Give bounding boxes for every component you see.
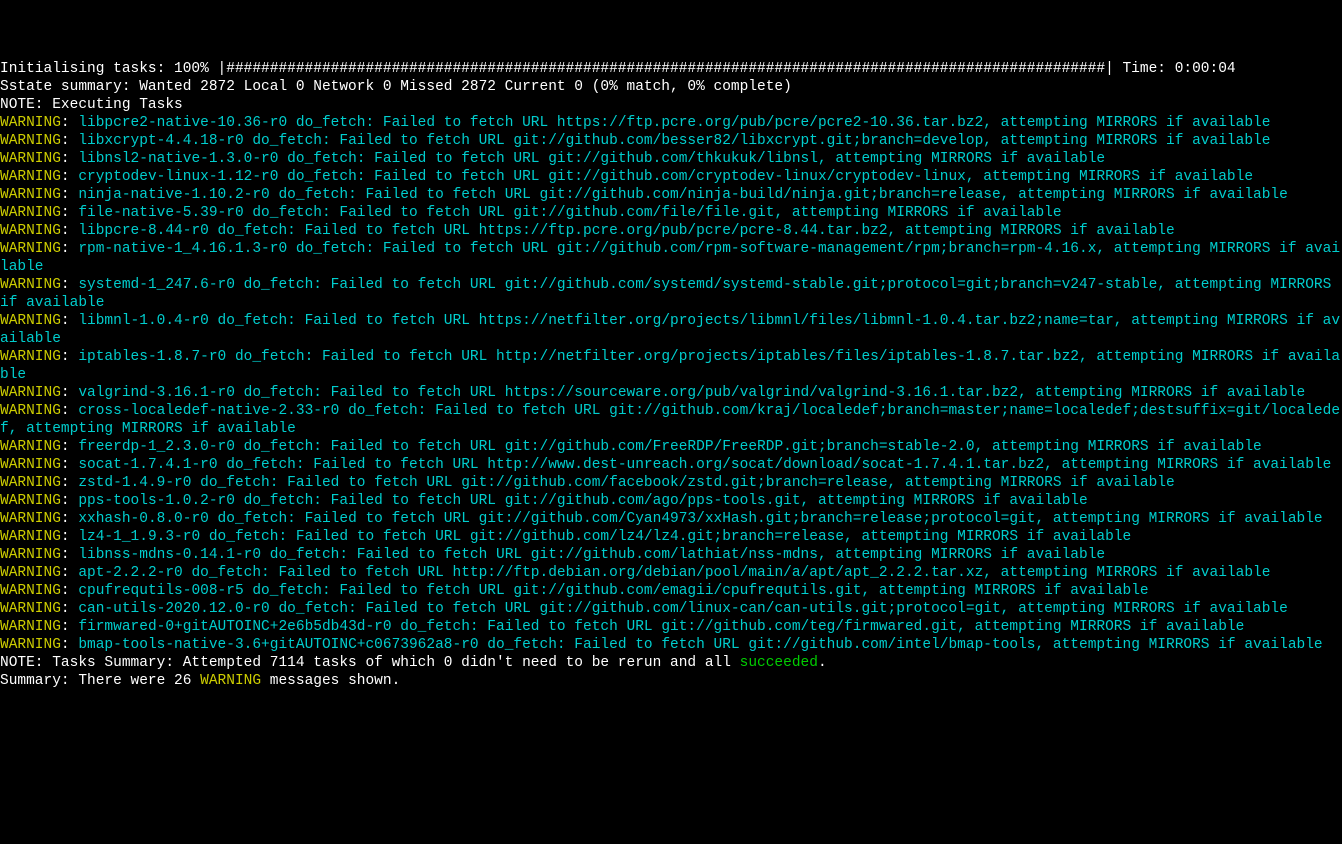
warning-label: WARNING [0, 565, 61, 581]
warning-label: WARNING [0, 349, 61, 365]
warning-label: WARNING [0, 187, 61, 203]
terminal-line: NOTE: Executing Tasks [0, 96, 1342, 114]
warning-message: freerdp-1_2.3.0-r0 do_fetch: Failed to f… [78, 439, 1261, 455]
warning-label: WARNING [0, 439, 61, 455]
warning-message: libpcre2-native-10.36-r0 do_fetch: Faile… [78, 115, 1270, 131]
warning-message: cross-localedef-native-2.33-r0 do_fetch:… [0, 403, 1340, 437]
tasks-summary-line: NOTE: Tasks Summary: Attempted 7114 task… [0, 654, 1342, 672]
warning-label: WARNING [0, 637, 61, 653]
note-executing-tasks: NOTE: Executing Tasks [0, 97, 183, 113]
warning-label: WARNING [0, 457, 61, 473]
warning-message: pps-tools-1.0.2-r0 do_fetch: Failed to f… [78, 493, 1087, 509]
warning-message: xxhash-0.8.0-r0 do_fetch: Failed to fetc… [78, 511, 1322, 527]
warning-line-17: WARNING: xxhash-0.8.0-r0 do_fetch: Faile… [0, 510, 1342, 528]
warning-line-18: WARNING: lz4-1_1.9.3-r0 do_fetch: Failed… [0, 528, 1342, 546]
warning-message: valgrind-3.16.1-r0 do_fetch: Failed to f… [78, 385, 1305, 401]
warning-message: iptables-1.8.7-r0 do_fetch: Failed to fe… [0, 349, 1340, 383]
warning-label: WARNING [0, 619, 61, 635]
warning-message: socat-1.7.4.1-r0 do_fetch: Failed to fet… [78, 457, 1331, 473]
warning-label: WARNING [0, 493, 61, 509]
warning-message: systemd-1_247.6-r0 do_fetch: Failed to f… [0, 277, 1340, 311]
warning-message: libnsl2-native-1.3.0-r0 do_fetch: Failed… [78, 151, 1105, 167]
warning-message: ninja-native-1.10.2-r0 do_fetch: Failed … [78, 187, 1288, 203]
warning-line-0: WARNING: libpcre2-native-10.36-r0 do_fet… [0, 114, 1342, 132]
warning-label: WARNING [0, 511, 61, 527]
warning-message: cryptodev-linux-1.12-r0 do_fetch: Failed… [78, 169, 1253, 185]
warning-message: libmnl-1.0.4-r0 do_fetch: Failed to fetc… [0, 313, 1340, 347]
warning-message: can-utils-2020.12.0-r0 do_fetch: Failed … [78, 601, 1288, 617]
warning-line-10: WARNING: iptables-1.8.7-r0 do_fetch: Fai… [0, 348, 1342, 384]
warning-line-3: WARNING: cryptodev-linux-1.12-r0 do_fetc… [0, 168, 1342, 186]
warning-label: WARNING [0, 241, 61, 257]
warning-line-6: WARNING: libpcre-8.44-r0 do_fetch: Faile… [0, 222, 1342, 240]
warning-label: WARNING [0, 151, 61, 167]
warning-message: libnss-mdns-0.14.1-r0 do_fetch: Failed t… [78, 547, 1105, 563]
warning-message: lz4-1_1.9.3-r0 do_fetch: Failed to fetch… [78, 529, 1131, 545]
warning-line-14: WARNING: socat-1.7.4.1-r0 do_fetch: Fail… [0, 456, 1342, 474]
warning-label: WARNING [0, 115, 61, 131]
warning-line-12: WARNING: cross-localedef-native-2.33-r0 … [0, 402, 1342, 438]
warning-message: libxcrypt-4.4.18-r0 do_fetch: Failed to … [78, 133, 1270, 149]
warning-label: WARNING [0, 403, 61, 419]
warning-line-21: WARNING: cpufrequtils-008-r5 do_fetch: F… [0, 582, 1342, 600]
warning-line-24: WARNING: bmap-tools-native-3.6+gitAUTOIN… [0, 636, 1342, 654]
warning-line-19: WARNING: libnss-mdns-0.14.1-r0 do_fetch:… [0, 546, 1342, 564]
warning-label: WARNING [0, 385, 61, 401]
warning-line-7: WARNING: rpm-native-1_4.16.1.3-r0 do_fet… [0, 240, 1342, 276]
warning-line-20: WARNING: apt-2.2.2-r0 do_fetch: Failed t… [0, 564, 1342, 582]
warning-line-11: WARNING: valgrind-3.16.1-r0 do_fetch: Fa… [0, 384, 1342, 402]
warning-label: WARNING [0, 277, 61, 293]
warning-label: WARNING [0, 583, 61, 599]
warning-line-1: WARNING: libxcrypt-4.4.18-r0 do_fetch: F… [0, 132, 1342, 150]
warning-message: file-native-5.39-r0 do_fetch: Failed to … [78, 205, 1061, 221]
sstate-summary-line: Sstate summary: Wanted 2872 Local 0 Netw… [0, 79, 792, 95]
succeeded-label: succeeded [740, 655, 818, 671]
terminal-output: Initialising tasks: 100% |##############… [0, 60, 1342, 690]
summary-post: messages shown. [261, 673, 400, 689]
warning-line-13: WARNING: freerdp-1_2.3.0-r0 do_fetch: Fa… [0, 438, 1342, 456]
warning-line-2: WARNING: libnsl2-native-1.3.0-r0 do_fetc… [0, 150, 1342, 168]
warning-line-5: WARNING: file-native-5.39-r0 do_fetch: F… [0, 204, 1342, 222]
warning-line-9: WARNING: libmnl-1.0.4-r0 do_fetch: Faile… [0, 312, 1342, 348]
warning-message: bmap-tools-native-3.6+gitAUTOINC+c067396… [78, 637, 1322, 653]
terminal-line: Initialising tasks: 100% |##############… [0, 60, 1342, 78]
warning-label: WARNING [0, 223, 61, 239]
warning-message: rpm-native-1_4.16.1.3-r0 do_fetch: Faile… [0, 241, 1340, 275]
warning-line-8: WARNING: systemd-1_247.6-r0 do_fetch: Fa… [0, 276, 1342, 312]
warning-label: WARNING [0, 133, 61, 149]
warning-message: zstd-1.4.9-r0 do_fetch: Failed to fetch … [78, 475, 1174, 491]
warning-message: apt-2.2.2-r0 do_fetch: Failed to fetch U… [78, 565, 1270, 581]
terminal-line: Sstate summary: Wanted 2872 Local 0 Netw… [0, 78, 1342, 96]
warning-message: cpufrequtils-008-r5 do_fetch: Failed to … [78, 583, 1148, 599]
tasks-summary-text: NOTE: Tasks Summary: Attempted 7114 task… [0, 655, 740, 671]
warning-line-15: WARNING: zstd-1.4.9-r0 do_fetch: Failed … [0, 474, 1342, 492]
warning-label: WARNING [0, 601, 61, 617]
summary-warning-label: WARNING [200, 673, 261, 689]
init-tasks-line: Initialising tasks: 100% |##############… [0, 61, 1236, 77]
warning-line-16: WARNING: pps-tools-1.0.2-r0 do_fetch: Fa… [0, 492, 1342, 510]
warning-line-22: WARNING: can-utils-2020.12.0-r0 do_fetch… [0, 600, 1342, 618]
warning-line-4: WARNING: ninja-native-1.10.2-r0 do_fetch… [0, 186, 1342, 204]
summary-pre: Summary: There were 26 [0, 673, 200, 689]
warning-label: WARNING [0, 475, 61, 491]
summary-line: Summary: There were 26 WARNING messages … [0, 672, 1342, 690]
warning-message: firmwared-0+gitAUTOINC+2e6b5db43d-r0 do_… [78, 619, 1244, 635]
warning-label: WARNING [0, 547, 61, 563]
warning-label: WARNING [0, 205, 61, 221]
warning-label: WARNING [0, 313, 61, 329]
warning-label: WARNING [0, 529, 61, 545]
warning-label: WARNING [0, 169, 61, 185]
warning-message: libpcre-8.44-r0 do_fetch: Failed to fetc… [78, 223, 1174, 239]
warning-line-23: WARNING: firmwared-0+gitAUTOINC+2e6b5db4… [0, 618, 1342, 636]
